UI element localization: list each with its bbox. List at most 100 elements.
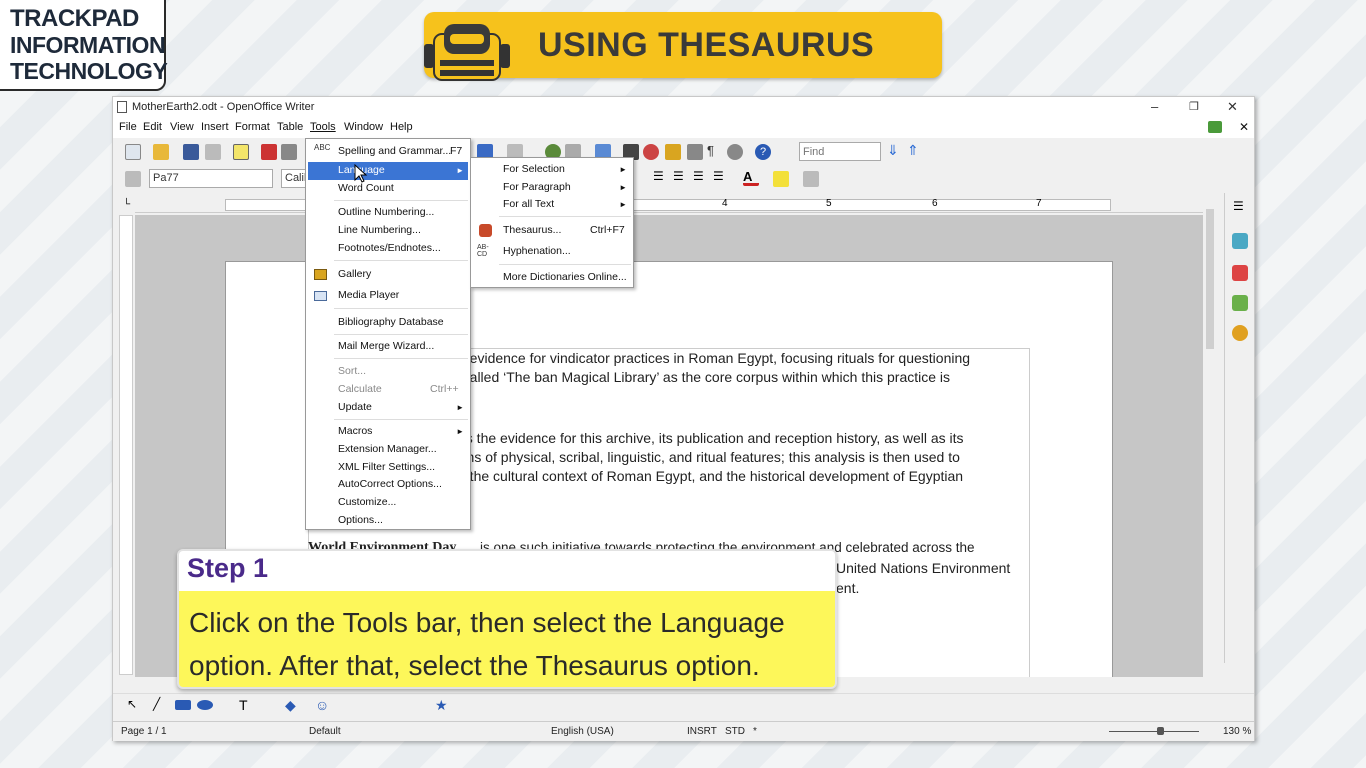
basic-shapes-icon[interactable]: ◆: [285, 697, 301, 713]
menu-item-mail-merge[interactable]: Mail Merge Wizard...: [338, 340, 434, 352]
trackpad-logo: TRACKPAD INFORMATION TECHNOLOGY: [0, 0, 168, 91]
tab-stop-selector[interactable]: └: [123, 199, 130, 210]
symbol-shapes-icon[interactable]: ☺: [315, 697, 331, 713]
increase-indent-icon[interactable]: ☰: [713, 169, 729, 185]
language-highlight: [308, 162, 468, 180]
language-submenu: For Selection ► For Paragraph ► For all …: [470, 157, 634, 288]
zoom-icon[interactable]: [727, 144, 743, 160]
robot-mascot-icon: [424, 24, 510, 81]
highlighting-icon[interactable]: [773, 171, 789, 187]
email-icon[interactable]: [205, 144, 221, 160]
data-sources-icon[interactable]: [687, 144, 703, 160]
find-input[interactable]: [799, 142, 881, 161]
zoom-thumb[interactable]: [1157, 727, 1164, 735]
document-modified: *: [753, 726, 757, 737]
selection-mode[interactable]: STD: [725, 726, 745, 737]
properties-icon[interactable]: [1232, 233, 1248, 249]
menu-item-bibliography[interactable]: Bibliography Database: [338, 316, 444, 328]
minimize-button[interactable]: –: [1151, 99, 1158, 114]
menu-window[interactable]: Window: [344, 121, 383, 133]
menu-item-gallery[interactable]: Gallery: [338, 268, 371, 280]
menu-tools[interactable]: Tools: [310, 121, 336, 133]
zoom-level[interactable]: 130 %: [1223, 726, 1251, 737]
menu-item-thesaurus[interactable]: Thesaurus...: [503, 224, 561, 236]
rectangle-icon[interactable]: [175, 700, 191, 710]
vertical-scrollbar[interactable]: [1203, 195, 1217, 677]
menu-item-update[interactable]: Update: [338, 401, 372, 413]
menu-help[interactable]: Help: [390, 121, 413, 133]
bullets-icon[interactable]: ☰: [673, 169, 689, 185]
stars-icon[interactable]: ★: [435, 697, 451, 713]
page-count: Page 1 / 1: [121, 726, 167, 737]
hyphenation-icon: AB- CD: [477, 244, 489, 258]
scroll-thumb[interactable]: [1206, 209, 1214, 349]
styles-formatting-icon[interactable]: [1232, 265, 1248, 281]
gallery-sidebar-icon[interactable]: [1232, 295, 1248, 311]
shortcut-thesaurus: Ctrl+F7: [590, 224, 625, 236]
update-icon[interactable]: [1208, 121, 1222, 133]
print-icon[interactable]: [281, 144, 297, 160]
menu-file[interactable]: File: [119, 121, 137, 133]
ellipse-icon[interactable]: [197, 700, 213, 710]
menu-format[interactable]: Format: [235, 121, 270, 133]
menu-item-line-numbering[interactable]: Line Numbering...: [338, 224, 421, 236]
menu-item-outline-numbering[interactable]: Outline Numbering...: [338, 206, 434, 218]
find-next-icon[interactable]: ⇓: [887, 142, 903, 158]
gallery-menu-icon: [314, 269, 327, 280]
menu-item-for-paragraph[interactable]: For Paragraph: [503, 181, 571, 193]
language-status[interactable]: English (USA): [551, 726, 614, 737]
paragraph-style-select[interactable]: Pa77: [149, 169, 273, 188]
menu-edit[interactable]: Edit: [143, 121, 162, 133]
menu-item-for-selection[interactable]: For Selection: [503, 163, 565, 175]
menu-item-autocorrect[interactable]: AutoCorrect Options...: [338, 478, 442, 490]
menu-item-customize[interactable]: Customize...: [338, 496, 396, 508]
edit-file-icon[interactable]: [233, 144, 249, 160]
line-icon[interactable]: ╱: [153, 697, 169, 713]
close-button[interactable]: ✕: [1227, 99, 1238, 115]
menu-item-spelling[interactable]: Spelling and Grammar...: [338, 145, 451, 157]
doc-line: -called ‘The ban Magical Library’ as the…: [458, 369, 951, 385]
menu-item-more-dictionaries[interactable]: More Dictionaries Online...: [503, 271, 627, 283]
menu-item-macros[interactable]: Macros: [338, 425, 372, 437]
new-document-icon[interactable]: [125, 144, 141, 160]
background-color-icon[interactable]: [803, 171, 819, 187]
insert-mode[interactable]: INSRT: [687, 726, 717, 737]
vertical-ruler: [119, 215, 133, 675]
submenu-arrow-icon: ►: [456, 427, 464, 436]
menu-item-media-player[interactable]: Media Player: [338, 289, 399, 301]
menu-item-footnotes[interactable]: Footnotes/Endnotes...: [338, 242, 441, 254]
gallery-icon[interactable]: [665, 144, 681, 160]
help-icon[interactable]: ?: [755, 144, 771, 160]
styles-icon[interactable]: [125, 171, 141, 187]
font-color-icon[interactable]: A: [743, 169, 759, 186]
text-icon[interactable]: T: [239, 697, 255, 713]
open-icon[interactable]: [153, 144, 169, 160]
menu-insert[interactable]: Insert: [201, 121, 229, 133]
submenu-arrow-icon: ►: [619, 200, 627, 209]
menu-item-xml-filter[interactable]: XML Filter Settings...: [338, 461, 435, 473]
menu-item-hyphenation[interactable]: Hyphenation...: [503, 245, 571, 257]
zoom-slider[interactable]: [1109, 731, 1199, 732]
decrease-indent-icon[interactable]: ☰: [693, 169, 709, 185]
navigator-sidebar-icon[interactable]: [1232, 325, 1248, 341]
close-document-icon[interactable]: ✕: [1239, 120, 1249, 134]
menu-item-for-all-text[interactable]: For all Text: [503, 198, 554, 210]
ruler-mark: 4: [722, 198, 728, 209]
menu-item-extension-manager[interactable]: Extension Manager...: [338, 443, 437, 455]
page-style[interactable]: Default: [309, 726, 341, 737]
formatting-marks-icon[interactable]: ¶: [707, 143, 723, 159]
save-icon[interactable]: [183, 144, 199, 160]
select-icon[interactable]: ↖: [127, 697, 143, 713]
export-pdf-icon[interactable]: [261, 144, 277, 160]
shortcut-spelling: F7: [450, 145, 463, 157]
menu-table[interactable]: Table: [277, 121, 303, 133]
find-previous-icon[interactable]: ⇑: [907, 142, 923, 158]
sidebar-menu-icon[interactable]: ☰: [1233, 199, 1244, 213]
navigator-icon[interactable]: [643, 144, 659, 160]
menu-item-options[interactable]: Options...: [338, 514, 383, 526]
restore-button[interactable]: ❐: [1189, 100, 1199, 113]
tools-menu: ABC Spelling and Grammar... F7 Language …: [305, 138, 471, 530]
numbering-icon[interactable]: ☰: [653, 169, 669, 185]
window-title: MotherEarth2.odt - OpenOffice Writer: [132, 101, 315, 113]
menu-view[interactable]: View: [170, 121, 194, 133]
